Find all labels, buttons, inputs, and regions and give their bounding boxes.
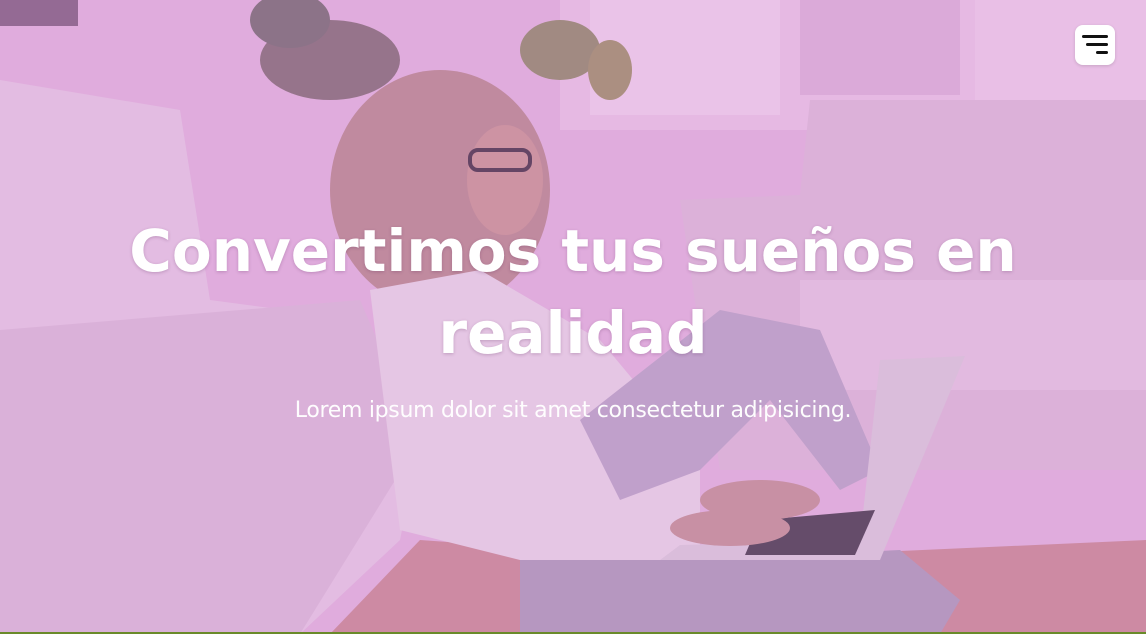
- hero-title: Convertimos tus sueños en realidad: [129, 217, 1017, 367]
- hero-section: Convertimos tus sueños en realidad Lorem…: [0, 0, 1146, 634]
- menu-button[interactable]: [1075, 25, 1115, 65]
- hero-content: Convertimos tus sueños en realidad Lorem…: [0, 210, 1146, 426]
- menu-icon: [1082, 35, 1108, 54]
- hero-subtitle: Lorem ipsum dolor sit amet consectetur a…: [294, 398, 852, 423]
